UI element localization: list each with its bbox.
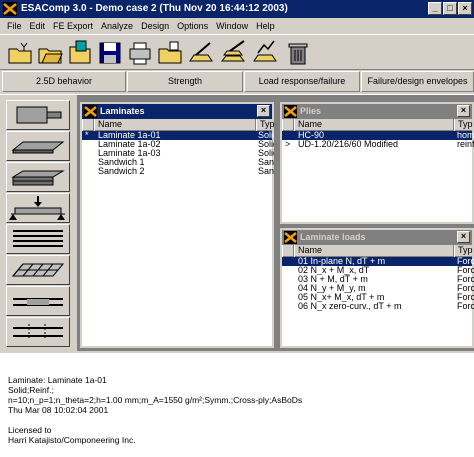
table-row[interactable]: Sandwich 2 Sand: [82, 167, 274, 176]
laminates-caption[interactable]: Laminates ×: [82, 104, 272, 119]
menu-window[interactable]: Window: [212, 21, 252, 31]
table-row[interactable]: > UD-1.20/216/60 Modified reinf: [282, 140, 474, 149]
table-row[interactable]: 01 In-plane N, dT + m Forc: [282, 257, 474, 266]
menu-design[interactable]: Design: [137, 21, 173, 31]
table-row[interactable]: 05 N_x+ M_x, dT + m Forc: [282, 293, 474, 302]
joint-icon[interactable]: [6, 317, 70, 347]
menu-fe-export[interactable]: FE Export: [49, 21, 97, 31]
laminate-loads-window[interactable]: Laminate loads × Name Typ 01 In-plane N,…: [280, 228, 474, 348]
column-type[interactable]: Typ: [454, 245, 474, 257]
info-laminate: Laminate: Laminate 1a-01: [8, 375, 107, 385]
open-folder-icon[interactable]: [36, 39, 64, 67]
table-row[interactable]: HC-90 homo: [282, 131, 474, 140]
print-icon[interactable]: [126, 39, 154, 67]
window-title: ESAComp 3.0 - Demo case 2 (Thu Nov 20 16…: [21, 3, 288, 14]
laminate-loads-header: Name Typ: [282, 245, 474, 257]
table-row[interactable]: Sandwich 1 Sand: [82, 158, 274, 167]
ply-icon[interactable]: [6, 131, 70, 161]
laminates-window[interactable]: Laminates × Name Typ * Laminate 1a-01 So…: [80, 102, 276, 348]
beam-icon[interactable]: [6, 286, 70, 316]
analysis-tabs: 2.5D behavior Strength Load response/fai…: [0, 70, 474, 94]
column-type[interactable]: Typ: [454, 119, 474, 131]
esacomp-window-icon: [284, 231, 297, 244]
esacomp-window-icon: [84, 105, 97, 118]
laminate-loads-caption[interactable]: Laminate loads ×: [282, 230, 472, 245]
stack-edit-icon[interactable]: [220, 39, 248, 67]
laminate-loads-close-button[interactable]: ×: [457, 231, 470, 243]
toolbar: [0, 34, 474, 70]
loads-icon[interactable]: [6, 193, 70, 223]
menu-help[interactable]: Help: [252, 21, 279, 31]
tab-load-response-failure[interactable]: Load response/failure: [244, 71, 360, 92]
object-bar: [0, 95, 78, 351]
menu-options[interactable]: Options: [173, 21, 212, 31]
esacomp-window-icon: [284, 105, 297, 118]
table-row[interactable]: Laminate 1a-03 Solid: [82, 149, 274, 158]
table-row[interactable]: 04 N_y + M_y, m Forc: [282, 284, 474, 293]
edit-item-icon[interactable]: [188, 39, 216, 67]
close-button[interactable]: ×: [458, 2, 472, 15]
info-date: Thu Mar 08 10:02:04 2001: [8, 405, 109, 415]
menu-edit[interactable]: Edit: [26, 21, 50, 31]
menu-bar: File Edit FE Export Analyze Design Optio…: [0, 18, 474, 34]
grid-panel-icon[interactable]: [6, 255, 70, 285]
table-row[interactable]: 03 N + M, dT + m Forc: [282, 275, 474, 284]
laminate-icon[interactable]: [6, 162, 70, 192]
minimize-button[interactable]: _: [428, 2, 442, 15]
table-row[interactable]: 02 N_x + M_x, dT Forc: [282, 266, 474, 275]
maximize-button[interactable]: □: [443, 2, 457, 15]
table-row[interactable]: Laminate 1a-02 Solid: [82, 140, 274, 149]
plies-close-button[interactable]: ×: [457, 105, 470, 117]
license-holder: Harri Katajisto/Componeering Inc.: [8, 435, 136, 445]
table-row[interactable]: 06 N_x zero-curv., dT + m Forc: [282, 302, 474, 311]
column-type[interactable]: Typ: [256, 119, 276, 131]
info-kind: Solid;Reinf.;: [8, 385, 54, 395]
laminates-close-button[interactable]: ×: [257, 105, 270, 117]
column-name[interactable]: Name: [94, 119, 256, 131]
column-name[interactable]: Name: [294, 119, 454, 131]
folder-icon[interactable]: [156, 39, 184, 67]
title-bar: ESAComp 3.0 - Demo case 2 (Thu Nov 20 16…: [0, 0, 474, 18]
column-name[interactable]: Name: [294, 245, 454, 257]
save-as-icon[interactable]: [96, 39, 124, 67]
new-folder-icon[interactable]: [6, 39, 34, 67]
info-pane: Laminate: Laminate 1a-01 Solid;Reinf.; n…: [0, 351, 474, 457]
tab-failure-design-envelopes[interactable]: Failure/design envelopes: [361, 71, 474, 92]
license-label: Licensed to: [8, 425, 52, 435]
menu-analyze[interactable]: Analyze: [97, 21, 137, 31]
info-properties: n=10;n_p=1;n_theta=2;h=1.00 mm;m_A=1550 …: [8, 395, 303, 405]
plug-material-icon[interactable]: [6, 100, 70, 130]
plies-window[interactable]: Plies × Name Typ HC-90 homo > UD-1.20/21…: [280, 102, 474, 224]
plies-header: Name Typ: [282, 119, 474, 131]
table-row[interactable]: * Laminate 1a-01 Solid: [82, 131, 274, 140]
menu-file[interactable]: File: [3, 21, 26, 31]
save-icon[interactable]: [66, 39, 94, 67]
laminates-header: Name Typ: [82, 119, 276, 131]
plies-caption[interactable]: Plies ×: [282, 104, 472, 119]
esacomp-app-icon: [3, 2, 17, 16]
tab-2-5d-behavior[interactable]: 2.5D behavior: [2, 71, 126, 92]
trash-icon[interactable]: [284, 39, 312, 67]
tab-strength[interactable]: Strength: [127, 71, 243, 92]
properties-icon[interactable]: [252, 39, 280, 67]
stack-icon[interactable]: [6, 224, 70, 254]
